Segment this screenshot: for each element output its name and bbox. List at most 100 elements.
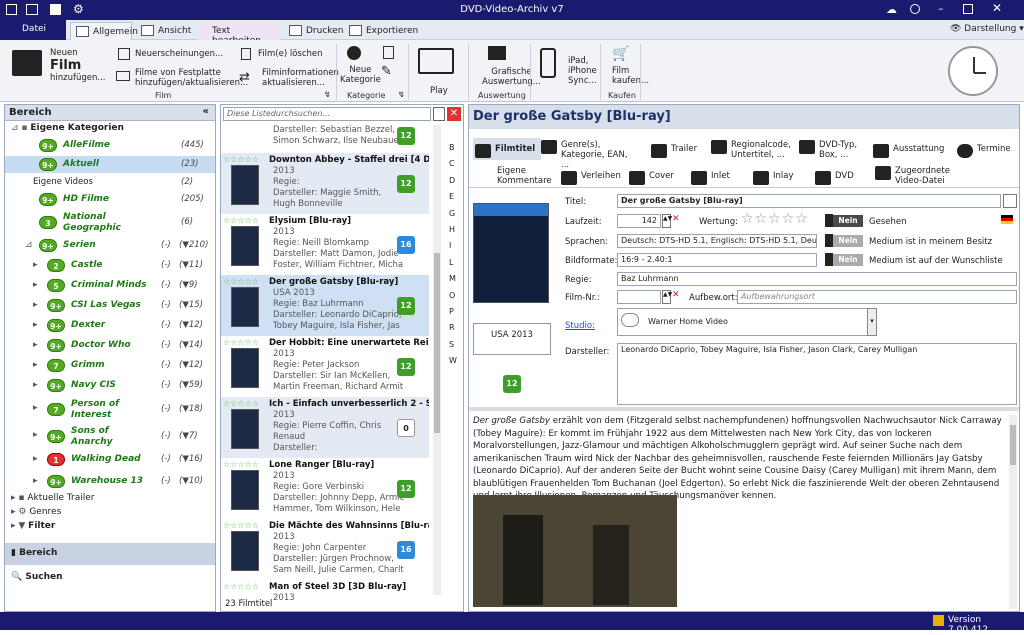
cover-image[interactable] [473,203,549,303]
expand-icon[interactable]: ▸ [33,380,38,390]
delete-category-icon[interactable] [383,46,394,59]
play-button[interactable]: Play [430,86,448,96]
list-item[interactable]: ☆☆☆☆☆ Der große Gatsby [Blu-ray] USA 2013 R… [221,275,429,336]
expand-icon[interactable]: ▸ [33,260,38,270]
tab-regionalcode[interactable]: Regionalcode, Untertitel, ... [709,140,793,160]
new-film-button[interactable]: Neuen Film hinzufügen... [50,48,105,83]
maximize-button[interactable] [963,4,973,14]
tab-datei[interactable]: Datei [0,20,66,40]
new-releases-button[interactable]: Neuerscheinungen... [135,49,223,59]
studio-field[interactable]: Warner Home Video [617,308,869,336]
letter-index-item[interactable]: E [449,192,454,201]
tree-item-series[interactable]: ▸ 9+ Warehouse 13 (-) (▼10) [5,474,215,490]
expand-icon[interactable]: ▸ [33,300,38,310]
number-stepper[interactable]: ▲▼ [662,290,672,304]
letter-index-item[interactable]: W [449,356,457,365]
tree-item-national-geographic[interactable]: 3 National Geographic (6) [5,211,215,235]
search-icon[interactable] [433,107,445,121]
dialog-launcher-icon[interactable]: ↯ [324,90,331,99]
dialog-launcher-icon[interactable]: ↯ [398,90,405,99]
tree-item-series[interactable]: ▸ 7 Grimm (-) (▼12) [5,358,215,374]
tree-item-allefilme[interactable]: 9+ AlleFilme (445) [5,138,215,154]
clear-icon[interactable]: ✕ [672,214,680,224]
letter-index-item[interactable]: H [449,225,455,234]
delete-film-button[interactable]: Film(e) löschen [258,49,323,59]
list-item[interactable]: ☆☆☆☆☆ Elysium [Blu-ray] 2013 Regie: Neill B… [221,214,429,275]
nav-bereich-button[interactable]: ▮ Bereich [5,543,215,565]
clear-icon[interactable]: ✕ [672,290,680,300]
tab-filmtitel[interactable]: Filmtitel [473,138,542,160]
scrollbar[interactable] [433,125,441,595]
title-field[interactable]: Der große Gatsby [Blu-ray] [617,194,1001,208]
tree-item-series[interactable]: ▸ 5 Criminal Minds (-) (▼9) [5,278,215,294]
tree-item-series[interactable]: ▸ 9+ Navy CIS (-) (▼59) [5,378,215,394]
letter-index-item[interactable]: C [449,159,455,168]
edit-category-icon[interactable]: ✎ [381,64,392,79]
list-item[interactable]: ☆☆☆☆☆ Downton Abbey - Staffel drei [4 DVD… [221,153,429,214]
runtime-stepper[interactable]: ▲▼ [662,214,672,228]
list-item[interactable]: ☆☆☆☆☆ Die Mächte des Wahnsinns [Blu-ray] 2… [221,519,429,580]
letter-index-item[interactable]: L [449,258,453,267]
lookup-icon[interactable] [1003,194,1017,208]
tab-allgemein[interactable]: Allgemein [70,22,138,40]
tab-cover[interactable]: Cover [627,171,674,185]
clear-icon[interactable]: ✕ [447,107,461,121]
tab-trailer[interactable]: Trailer [649,144,697,158]
scrollbar-thumb[interactable] [434,253,440,433]
description-scrollbar[interactable] [1009,415,1017,609]
user-icon[interactable] [910,4,920,14]
letter-index-item[interactable]: P [449,307,454,316]
languages-field[interactable]: Deutsch: DTS-HD 5.1, Englisch: DTS-HD 5.… [617,234,817,248]
scrollbar-thumb[interactable] [1010,425,1016,465]
wunschliste-toggle[interactable]: Nein [833,254,863,266]
tree-item-series[interactable]: ▸ 7 Person of Interest (-) (▼18) [5,398,215,422]
collapse-icon[interactable]: « [203,106,209,117]
tree-item-series[interactable]: ▸ 2 Castle (-) (▼11) [5,258,215,274]
tab-termine[interactable]: Termine [955,144,1011,158]
list-search-input[interactable]: Diese Listedurchsuchen... [223,107,431,121]
tab-ausstattung[interactable]: Ausstattung [871,144,944,158]
expand-icon[interactable]: ▸ [33,340,38,350]
tree-item-series[interactable]: ▸ 1 Walking Dead (-) (▼16) [5,452,215,468]
folder-icon[interactable] [418,48,454,74]
expand-icon[interactable]: ▸ [33,320,38,330]
letter-index-item[interactable]: R [449,323,455,332]
graphic-eval-button[interactable]: Grafische Auswertung... [482,67,541,87]
splitter[interactable] [469,407,1019,411]
tree-item-trailer[interactable]: ▸ ▪ Aktuelle Trailer [11,493,95,503]
expand-icon[interactable]: ▸ [33,476,38,486]
nav-suchen-button[interactable]: 🔍 Suchen [5,567,215,589]
letter-index-item[interactable]: I [449,241,451,250]
expand-icon[interactable]: ▸ [33,430,38,440]
tree-item-series[interactable]: ▸ 9+ Doctor Who (-) (▼14) [5,338,215,354]
tab-exportieren[interactable]: Exportieren [344,22,424,40]
tree-item-series[interactable]: ▸ 9+ Sons of Anarchy (-) (▼7) [5,425,215,449]
tree-item-genres[interactable]: ▸ ⚙ Genres [11,507,61,517]
tree-item-hd-filme[interactable]: 9+ HD Filme (205) [5,192,215,208]
tab-inlet[interactable]: Inlet [689,171,730,185]
letter-index-item[interactable]: M [449,274,456,283]
darstellung-menu[interactable]: 👁 Darstellung ▾ [950,24,1024,34]
list-item[interactable]: Darsteller: Sebastian Bezzel, Simon Schwa… [221,123,429,153]
tab-video-datei[interactable]: Zugeordnete Video-Datei [873,166,963,186]
tab-dvd[interactable]: DVD [813,171,854,185]
list-item[interactable]: ☆☆☆☆☆ Der Hobbit: Eine unerwartete Reise … [221,336,429,397]
iphone-sync-button[interactable]: iPad, iPhone Sync... [568,56,597,86]
cloud-icon[interactable]: ☁ [886,3,897,16]
letter-index-item[interactable]: G [449,209,455,218]
studio-dropdown[interactable]: ▾ [867,308,877,336]
letter-index-item[interactable]: D [449,176,455,185]
tab-verleihen[interactable]: Verleihen [559,171,621,185]
tree-item-eigene-videos[interactable]: Eigene Videos (2) [5,176,215,190]
list-item[interactable]: ☆☆☆☆☆ Lone Ranger [Blu-ray] 2013 Regie: Gor… [221,458,429,519]
besitz-toggle[interactable]: Nein [833,235,863,247]
studio-link[interactable]: Studio: [565,321,595,331]
tree-item-filter[interactable]: ▸ ▼ Filter [11,521,55,531]
update-info-button[interactable]: Filminformationen aktualisieren... [262,68,339,88]
cast-field[interactable]: Leonardo DiCaprio, Tobey Maguire, Isla F… [617,343,1017,405]
tab-drucken[interactable]: Drucken [284,22,349,40]
letter-index-item[interactable]: O [449,291,455,300]
list-item[interactable]: ☆☆☆☆☆ Ich - Einfach unverbesserlich 2 - S… [221,397,429,458]
tree-item-series[interactable]: ▸ 9+ CSI Las Vegas (-) (▼15) [5,298,215,314]
close-button[interactable]: ✕ [992,1,1002,15]
